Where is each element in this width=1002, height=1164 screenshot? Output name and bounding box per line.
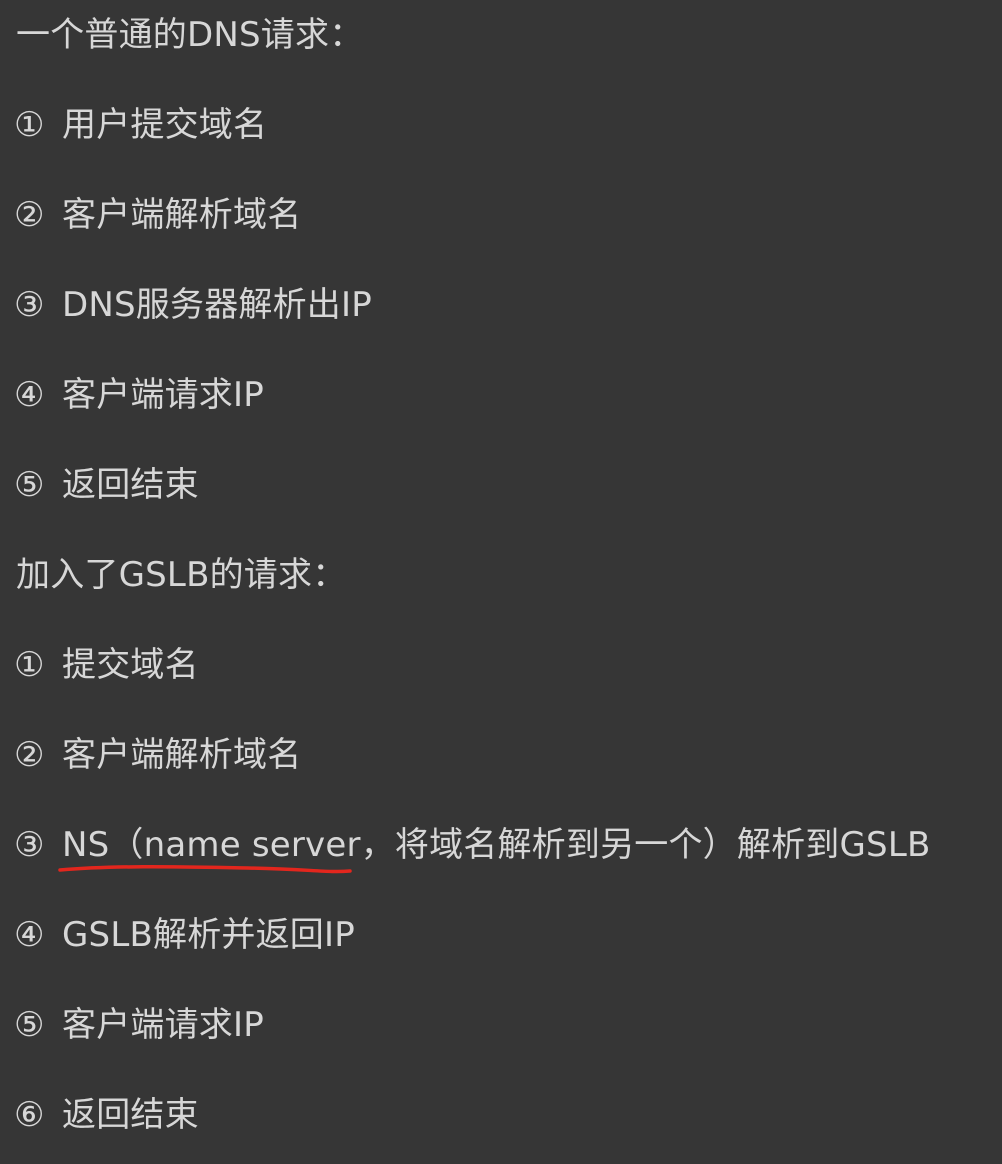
gslb-step-6: ⑥ 返回结束	[14, 1088, 199, 1142]
normal-step-1: ① 用户提交域名	[14, 98, 267, 152]
normal-dns-heading: 一个普通的DNS请求：	[16, 15, 364, 55]
gslb-step-2: ② 客户端解析域名	[14, 728, 301, 782]
normal-step-4: ④ 客户端请求IP	[14, 368, 264, 422]
step-text: 客户端解析域名	[62, 195, 302, 235]
step-number: ⑤	[14, 465, 45, 505]
gslb-heading: 加入了GSLB的请求：	[16, 555, 347, 595]
gslb-step-4: ④ GSLB解析并返回IP	[14, 908, 355, 962]
normal-step-3: ③ DNS服务器解析出IP	[14, 278, 372, 332]
step-text: 返回结束	[62, 465, 199, 505]
step-number: ①	[14, 645, 45, 685]
step-text-rest: ，将域名解析到另一个）解析到GSLB	[360, 825, 931, 865]
step-number: ②	[14, 195, 45, 235]
step-number: ③	[14, 285, 45, 325]
step-number: ⑥	[14, 1095, 45, 1135]
gslb-step-1: ① 提交域名	[14, 638, 199, 692]
gslb-step-5: ⑤ 客户端请求IP	[14, 998, 264, 1052]
step-text: GSLB解析并返回IP	[62, 915, 355, 955]
highlighted-term: NS（name server	[58, 818, 361, 874]
gslb-step-3: ③ NS（name server ，将域名解析到另一个）解析到GSLB	[14, 818, 931, 874]
step-text: 客户端请求IP	[62, 1005, 264, 1045]
step-text: 返回结束	[62, 1095, 199, 1135]
step-text: 用户提交域名	[62, 105, 268, 145]
normal-step-5: ⑤ 返回结束	[14, 458, 199, 512]
step-number: ①	[14, 105, 45, 145]
ns-term: NS（name server	[62, 825, 361, 865]
step-text: 客户端解析域名	[62, 735, 302, 775]
step-number: ④	[14, 915, 45, 955]
document-content: 一个普通的DNS请求： ① 用户提交域名 ② 客户端解析域名 ③ DNS服务器解析出I…	[0, 0, 1002, 1164]
step-number: ⑤	[14, 1005, 45, 1045]
step-number: ③	[14, 825, 45, 865]
normal-step-2: ② 客户端解析域名	[14, 188, 301, 242]
step-number: ④	[14, 375, 45, 415]
step-text: 客户端请求IP	[62, 375, 264, 415]
step-text: 提交域名	[62, 645, 199, 685]
step-number: ②	[14, 735, 45, 775]
step-text: DNS服务器解析出IP	[62, 285, 372, 325]
